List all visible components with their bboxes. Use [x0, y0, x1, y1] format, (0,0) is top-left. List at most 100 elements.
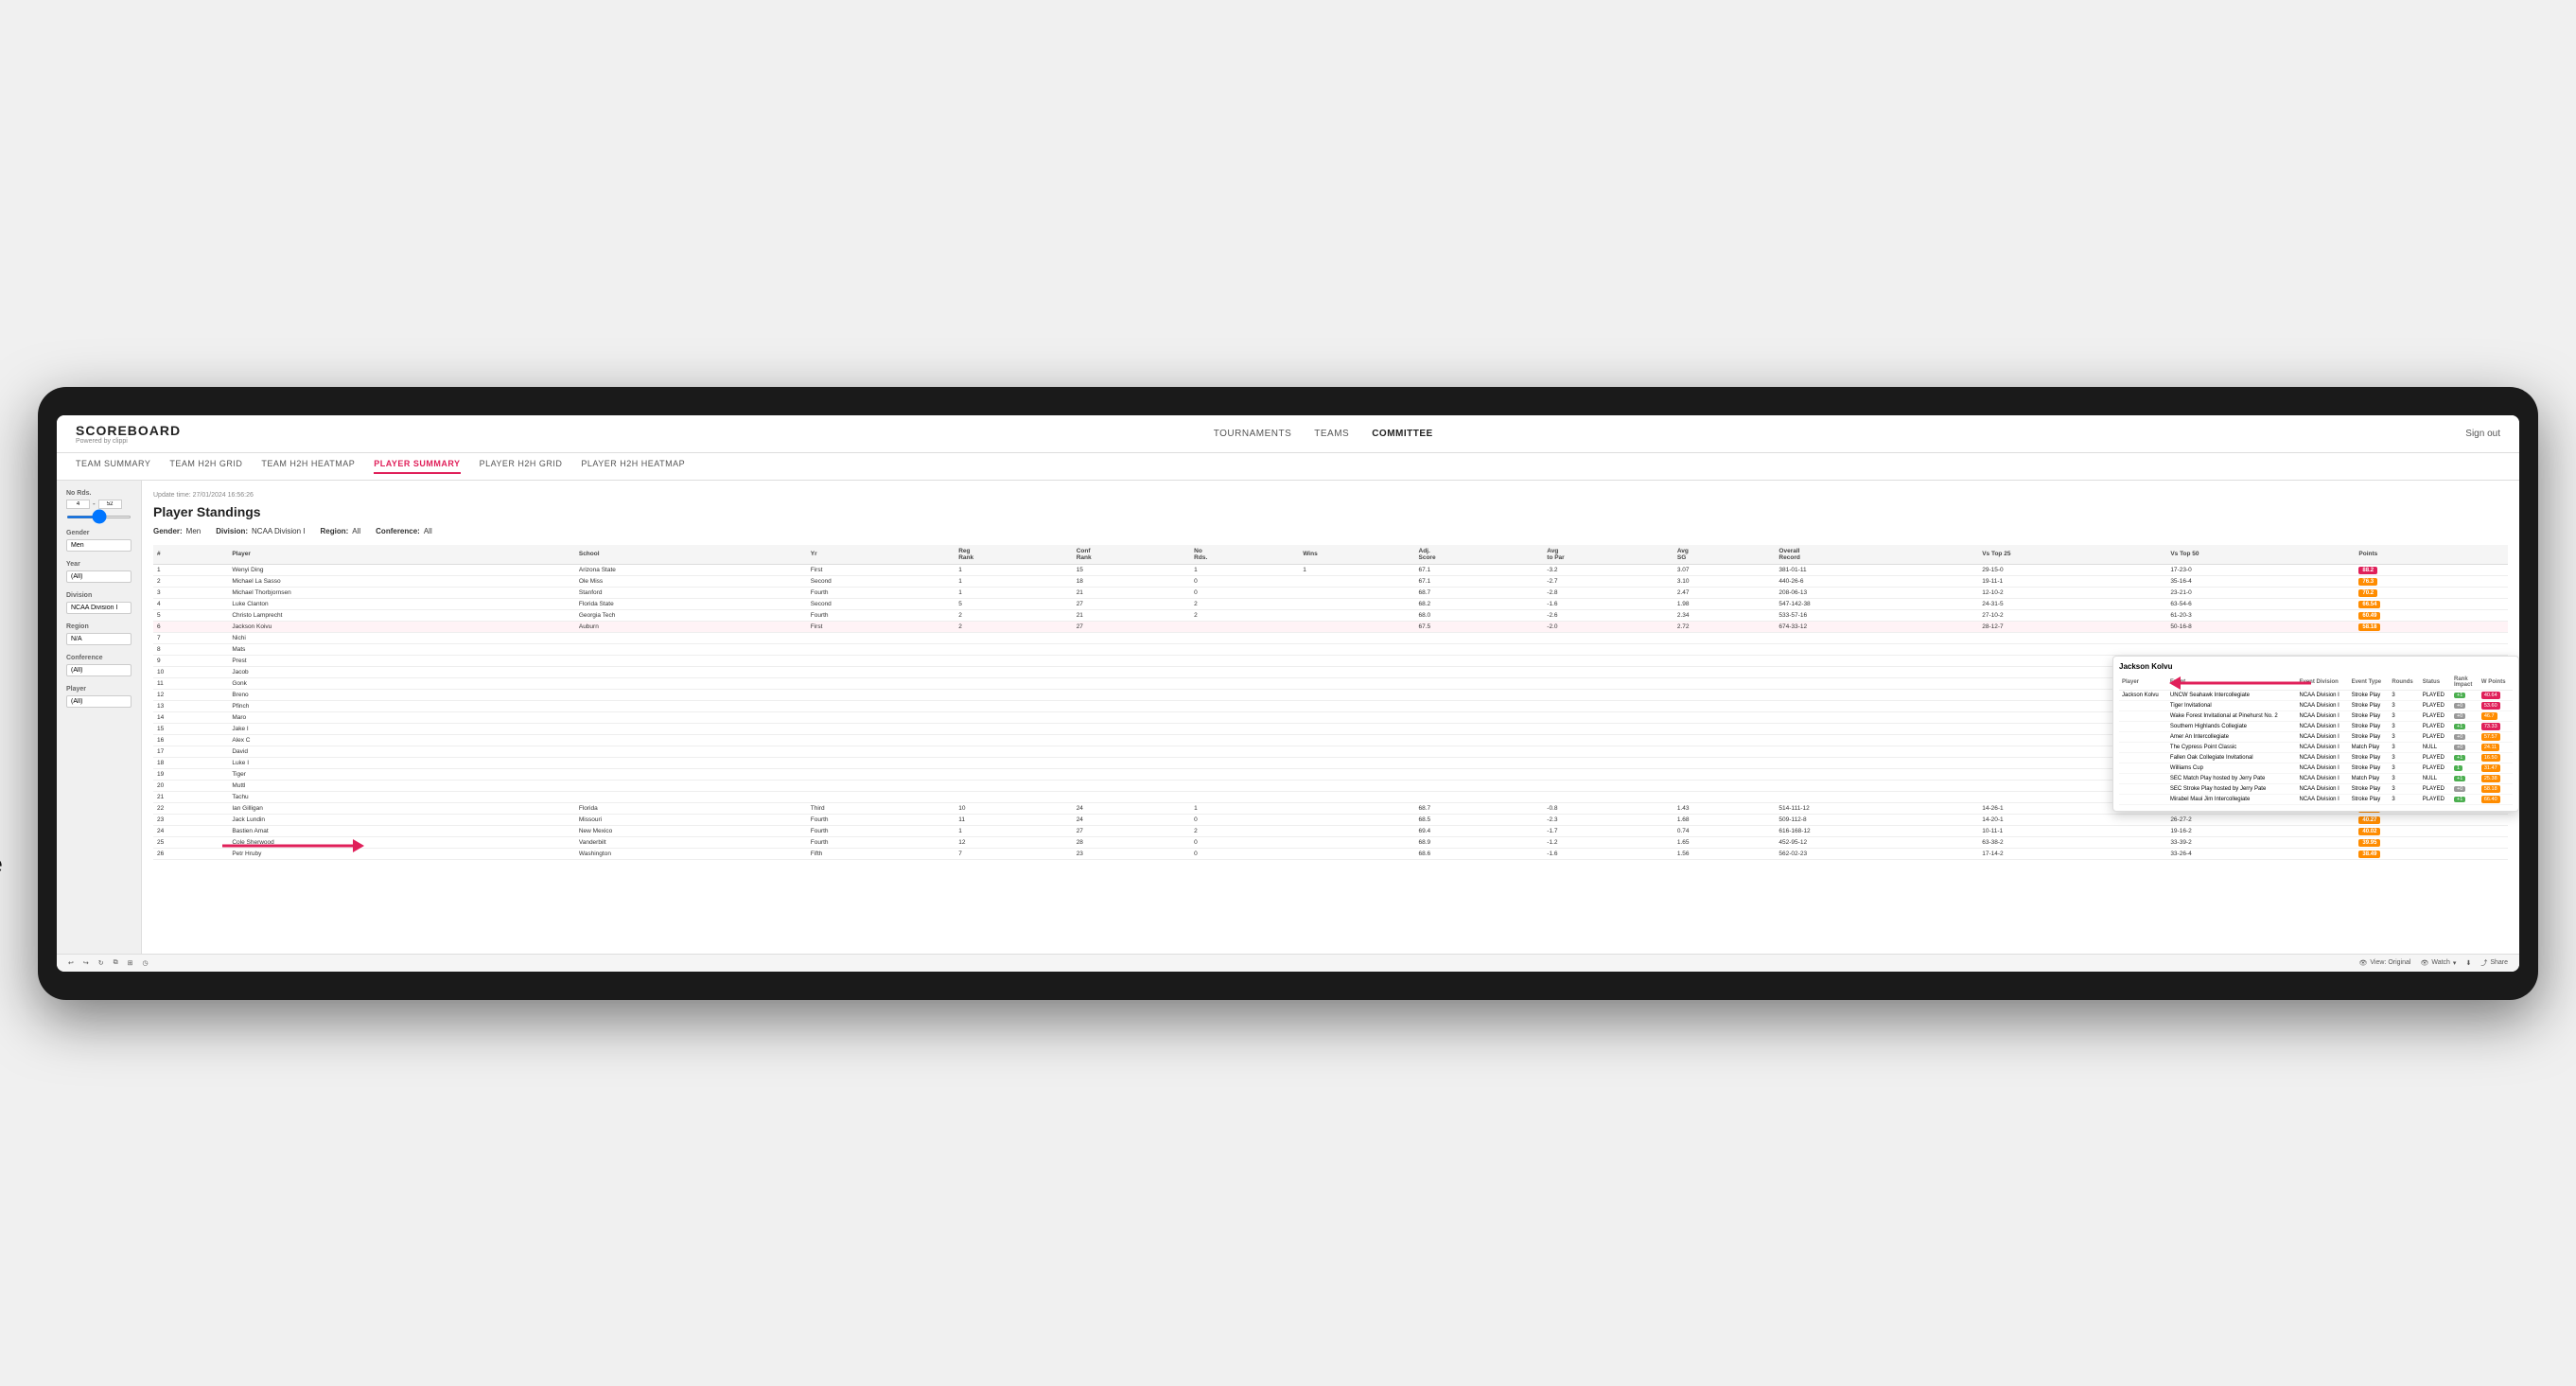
points-cell[interactable]: 40.02: [2355, 825, 2508, 836]
table-cell[interactable]: Maro: [228, 711, 575, 723]
table-cell: First: [807, 564, 955, 575]
tab-team-h2h-grid[interactable]: TEAM H2H GRID: [169, 459, 242, 474]
no-rds-slider[interactable]: [66, 516, 131, 518]
nav-committee[interactable]: COMMITTEE: [1372, 429, 1433, 439]
table-cell: 19-16-2: [2166, 825, 2355, 836]
table-cell: [575, 700, 807, 711]
table-cell[interactable]: Petr Hruby: [228, 848, 575, 859]
table-cell: [1775, 791, 1978, 802]
points-cell[interactable]: 66.54: [2355, 598, 2508, 609]
table-cell: 27: [1073, 598, 1190, 609]
gender-select[interactable]: Men Women: [66, 539, 131, 552]
event-table-cell: Stroke Play: [2349, 721, 2390, 731]
no-rds-max-input[interactable]: [98, 500, 122, 509]
table-cell[interactable]: Alex C: [228, 734, 575, 746]
region-select[interactable]: N/A: [66, 633, 131, 645]
rank-impact-cell: +1: [2451, 773, 2479, 783]
paste-btn[interactable]: ⊞: [128, 959, 133, 967]
event-table-cell: 3: [2389, 773, 2419, 783]
points-cell[interactable]: 39.95: [2355, 836, 2508, 848]
points-cell[interactable]: 40.27: [2355, 814, 2508, 825]
points-cell[interactable]: [2355, 643, 2508, 655]
table-cell[interactable]: Ian Gilligan: [228, 802, 575, 814]
event-table-cell: NCAA Division I: [2296, 690, 2348, 700]
nav-tournaments[interactable]: TOURNAMENTS: [1214, 429, 1292, 439]
division-select[interactable]: NCAA Division I: [66, 602, 131, 614]
points-cell[interactable]: [2355, 632, 2508, 643]
download-btn[interactable]: ⬇: [2465, 959, 2471, 967]
year-select[interactable]: (All): [66, 570, 131, 583]
event-table-cell: Stroke Play: [2349, 763, 2390, 773]
table-cell: Fourth: [807, 587, 955, 598]
table-cell[interactable]: Jack Lundin: [228, 814, 575, 825]
table-cell[interactable]: Jacob: [228, 666, 575, 677]
tab-player-h2h-heatmap[interactable]: PLAYER H2H HEATMAP: [581, 459, 685, 474]
event-table-cell: Fallen Oak Collegiate Invitational: [2167, 752, 2297, 763]
table-cell[interactable]: Luke Clanton: [228, 598, 575, 609]
table-cell: [2166, 643, 2355, 655]
tab-player-summary[interactable]: PLAYER SUMMARY: [374, 459, 460, 474]
event-table-cell: Stroke Play: [2349, 700, 2390, 711]
table-cell[interactable]: Tiger: [228, 768, 575, 780]
event-table-cell: Williams Cup: [2167, 763, 2297, 773]
table-cell[interactable]: Michael Thorbjornsen: [228, 587, 575, 598]
share-btn[interactable]: ⤴ Share: [2480, 958, 2508, 968]
table-cell[interactable]: Cole Sherwood: [228, 836, 575, 848]
points-cell[interactable]: 88.2: [2355, 564, 2508, 575]
table-cell: [1190, 768, 1299, 780]
copy-btn[interactable]: ⧉: [114, 959, 118, 967]
table-cell: New Mexico: [575, 825, 807, 836]
event-table-row: SEC Match Play hosted by Jerry PateNCAA …: [2119, 773, 2513, 783]
table-cell[interactable]: Luke I: [228, 757, 575, 768]
table-cell[interactable]: Prest: [228, 655, 575, 666]
table-cell[interactable]: Breno: [228, 689, 575, 700]
table-cell[interactable]: Wenyi Ding: [228, 564, 575, 575]
points-cell[interactable]: 70.2: [2355, 587, 2508, 598]
view-original-btn[interactable]: 👁 View: Original: [2359, 959, 2411, 967]
conference-select[interactable]: (All): [66, 664, 131, 676]
no-rds-min-input[interactable]: [66, 500, 90, 509]
table-cell: 68.7: [1415, 587, 1544, 598]
table-cell[interactable]: Bastien Amat: [228, 825, 575, 836]
player-select[interactable]: (All): [66, 695, 131, 708]
table-cell[interactable]: David: [228, 746, 575, 757]
refresh-btn[interactable]: ↻: [98, 959, 104, 967]
tab-team-h2h-heatmap[interactable]: TEAM H2H HEATMAP: [261, 459, 355, 474]
table-cell: 17-23-0: [2166, 564, 2355, 575]
event-table-cell: PLAYED: [2420, 731, 2451, 742]
update-time: Update time: 27/01/2024 16:56:26: [153, 492, 2508, 499]
points-cell[interactable]: 58.18: [2355, 621, 2508, 632]
table-cell: 1: [955, 575, 1072, 587]
points-cell[interactable]: 76.3: [2355, 575, 2508, 587]
table-cell: 24: [1073, 802, 1190, 814]
table-cell: 25: [153, 836, 228, 848]
rank-impact-cell: 1: [2451, 763, 2479, 773]
table-cell[interactable]: Tachu: [228, 791, 575, 802]
redo-btn[interactable]: ↪: [83, 959, 89, 967]
table-cell[interactable]: Christo Lamprecht: [228, 609, 575, 621]
table-cell[interactable]: Nichi: [228, 632, 575, 643]
tab-player-h2h-grid[interactable]: PLAYER H2H GRID: [480, 459, 563, 474]
nav-teams[interactable]: TEAMS: [1314, 429, 1349, 439]
points-cell[interactable]: 38.49: [2355, 848, 2508, 859]
table-cell[interactable]: Jackson Koivu: [228, 621, 575, 632]
w-points-cell: 73.33: [2479, 721, 2513, 731]
event-table-cell: SEC Match Play hosted by Jerry Pate: [2167, 773, 2297, 783]
undo-btn[interactable]: ↩: [68, 959, 74, 967]
sign-out-button[interactable]: Sign out: [2465, 429, 2500, 439]
division-label: Division: [66, 592, 131, 599]
table-cell: [1073, 700, 1190, 711]
table-cell[interactable]: Mats: [228, 643, 575, 655]
table-cell[interactable]: Michael La Sasso: [228, 575, 575, 587]
clock-btn[interactable]: ◷: [143, 959, 149, 967]
points-cell[interactable]: 60.49: [2355, 609, 2508, 621]
event-table-cell: NCAA Division I: [2296, 794, 2348, 804]
table-cell[interactable]: Pfinch: [228, 700, 575, 711]
table-cell: [955, 791, 1072, 802]
table-cell[interactable]: Jake I: [228, 723, 575, 734]
table-cell: [575, 768, 807, 780]
watch-btn[interactable]: 👁 Watch ▾: [2420, 959, 2456, 967]
table-cell[interactable]: Gonk: [228, 677, 575, 689]
tab-team-summary[interactable]: TEAM SUMMARY: [76, 459, 150, 474]
table-cell[interactable]: Muttl: [228, 780, 575, 791]
